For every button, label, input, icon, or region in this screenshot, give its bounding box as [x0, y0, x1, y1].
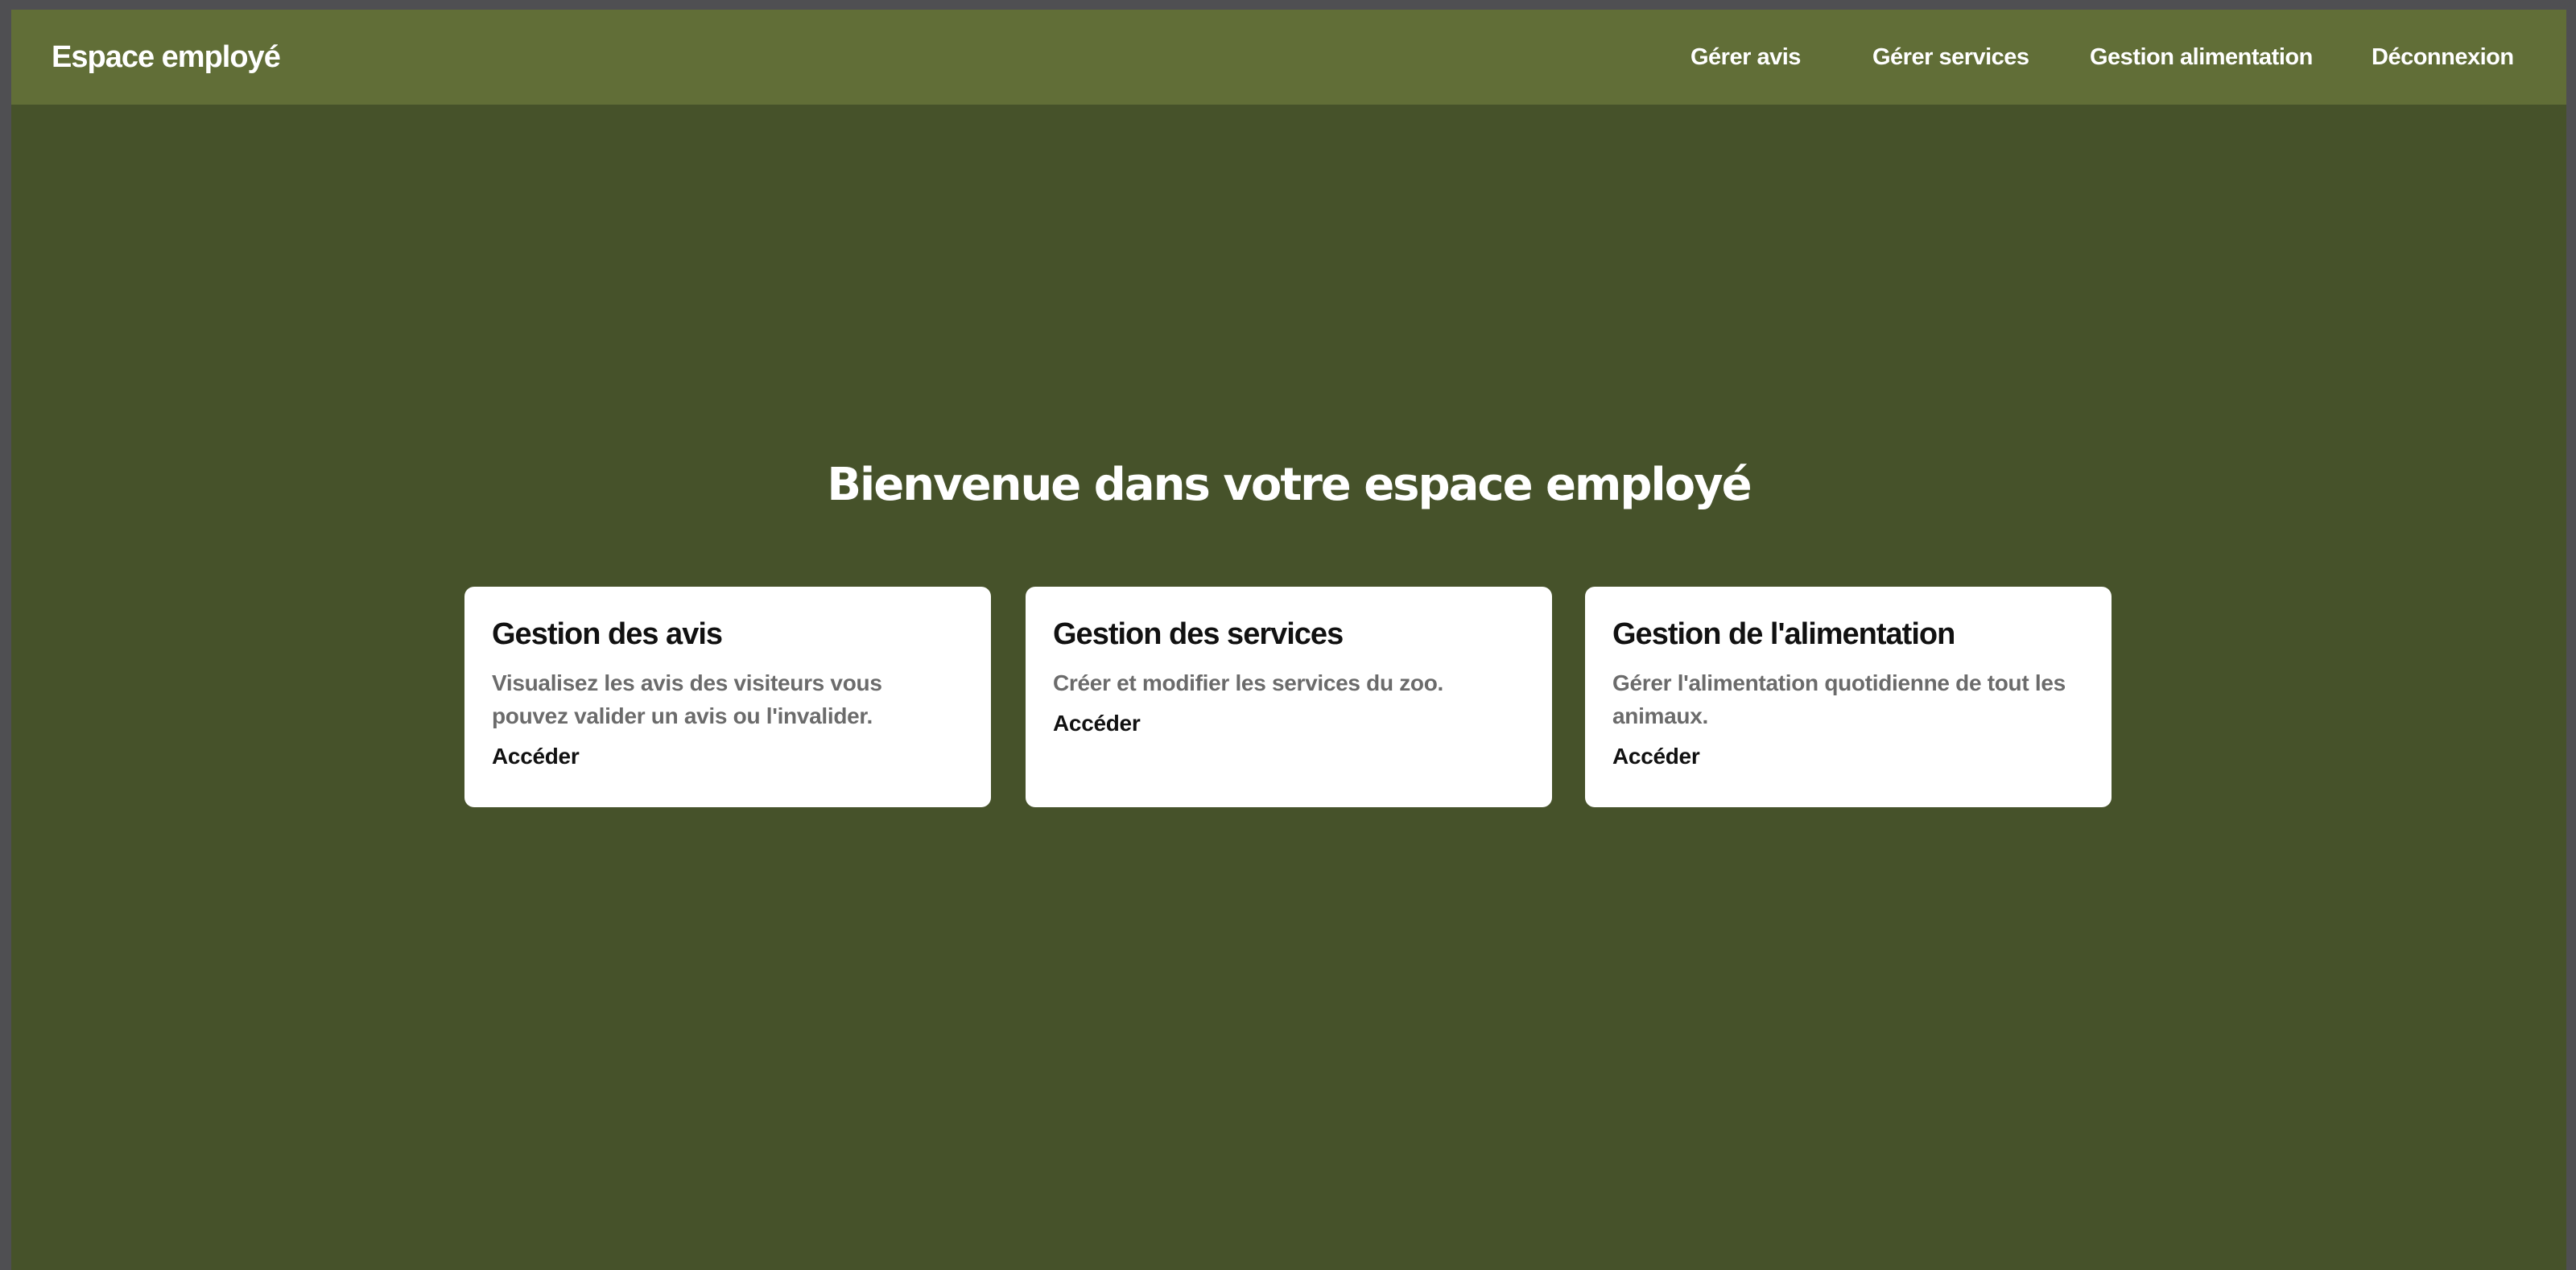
nav-food-management[interactable]: Gestion alimentation	[2090, 10, 2313, 105]
access-services-link[interactable]: Accéder	[1053, 711, 1141, 736]
nav-logout[interactable]: Déconnexion	[2372, 10, 2514, 105]
nav-manage-reviews[interactable]: Gérer avis	[1690, 10, 1801, 105]
card-title: Gestion de l'alimentation	[1612, 617, 1955, 651]
card-title: Gestion des services	[1053, 617, 1344, 651]
card-reviews: Gestion des avis Visualisez les avis des…	[464, 587, 991, 807]
card-description: Visualisez les avis des visiteurs vous p…	[492, 670, 882, 728]
page-title: Bienvenue dans votre espace employé	[827, 459, 1752, 511]
access-food-link[interactable]: Accéder	[1612, 744, 1700, 769]
access-reviews-link[interactable]: Accéder	[492, 744, 580, 769]
card-food: Gestion de l'alimentation Gérer l'alimen…	[1585, 587, 2112, 807]
top-navbar: Espace employé Gérer avis Gérer services…	[11, 10, 2566, 105]
app-window: Espace employé Gérer avis Gérer services…	[11, 10, 2566, 1270]
brand-link[interactable]: Espace employé	[52, 10, 281, 105]
card-title: Gestion des avis	[492, 617, 723, 651]
nav-manage-services[interactable]: Gérer services	[1872, 10, 2029, 105]
card-description: Gérer l'alimentation quotidienne de tout…	[1612, 670, 2066, 728]
card-services: Gestion des services Créer et modifier l…	[1026, 587, 1552, 807]
card-description: Créer et modifier les services du zoo.	[1053, 670, 1444, 695]
